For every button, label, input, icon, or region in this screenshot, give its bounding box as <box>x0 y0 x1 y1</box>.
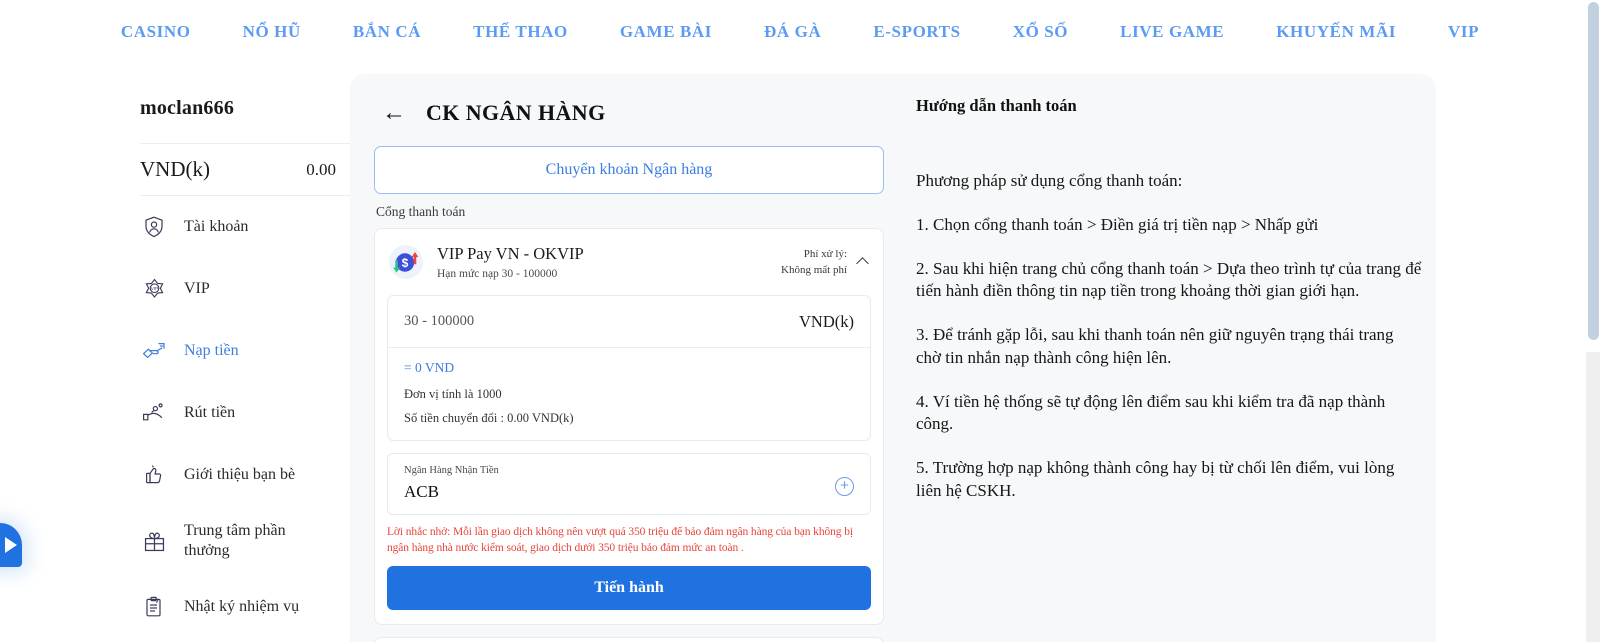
amount-info: = 0 VND Đơn vị tính là 1000 Số tiền chuy… <box>388 348 870 440</box>
amount-box: 30 - 100000 VND(k) = 0 VND Đơn vị tính l… <box>387 295 871 441</box>
sidebar-item-label: Nạp tiền <box>184 342 239 360</box>
nav-da-ga[interactable]: ĐÁ GÀ <box>738 22 847 42</box>
submit-button[interactable]: Tiến hành <box>387 565 871 610</box>
play-triangle-icon <box>5 537 17 553</box>
withdraw-hand-icon <box>140 399 168 427</box>
payment-gateway-label: Cổng thanh toán <box>376 204 466 219</box>
sidebar-item-label: Trung tâm phần thưởng <box>184 522 286 559</box>
payment-gateway-card: $ VIP Pay VN - OKVIP Hạn mức nạp 30 - 10… <box>374 228 884 625</box>
guide-paragraph: Phương pháp sử dụng cổng thanh toán: <box>916 171 1183 190</box>
amount-unit: VND(k) <box>799 311 854 331</box>
deposit-hand-icon <box>140 337 168 365</box>
sidebar-item-nhat-ky-nhiem-vu[interactable]: Nhật ký nhiệm vụ <box>140 576 350 638</box>
guide-title: Hướng dẫn thanh toán <box>916 96 1077 115</box>
money-transfer-icon: $ <box>387 243 425 281</box>
nav-casino[interactable]: CASINO <box>95 22 217 42</box>
tab-bank-transfer[interactable]: Chuyển khoản Ngân hàng <box>374 146 884 194</box>
converted-vnd: = 0 VND <box>404 360 455 375</box>
gift-icon <box>140 527 168 555</box>
payment-gateway-card-secondary[interactable] <box>374 636 884 642</box>
nav-xo-so[interactable]: XỔ SỐ <box>987 22 1094 42</box>
account-sidebar: moclan666 VND(k) 0.00 Tài khoản VIP VIP <box>140 74 350 642</box>
gateway-info: VIP Pay VN - OKVIP Hạn mức nạp 30 - 1000… <box>437 244 584 280</box>
sidebar-expand-toggle[interactable] <box>0 523 22 567</box>
top-navigation: CASINO NỔ HŨ BẮN CÁ THỂ THAO GAME BÀI ĐÁ… <box>0 0 1600 63</box>
sidebar-username: moclan666 <box>140 74 350 144</box>
transaction-warning: Lời nhắc nhở: Mỗi lần giao dịch không nê… <box>387 526 853 555</box>
bank-select-label: Ngân Hàng Nhận Tiền <box>404 465 499 476</box>
deposit-form-column: Chuyển khoản Ngân hàng Cổng thanh toán $… <box>374 146 884 642</box>
guide-paragraph: 2. Sau khi hiện trang chủ cổng thanh toá… <box>916 258 1422 301</box>
nav-e-sports[interactable]: E-SPORTS <box>847 22 986 42</box>
guide-paragraph: 1. Chọn cổng thanh toán > Điền giá trị t… <box>916 214 1319 234</box>
add-bank-icon[interactable]: + <box>835 477 854 496</box>
gateway-header[interactable]: $ VIP Pay VN - OKVIP Hạn mức nạp 30 - 10… <box>375 229 883 295</box>
nav-live-game[interactable]: LIVE GAME <box>1094 22 1250 42</box>
sidebar-item-gioi-thieu-ban-be[interactable]: Giới thiệu bạn bè <box>140 444 350 506</box>
unit-note: Đơn vị tính là 1000 <box>404 387 502 401</box>
nav-no-hu[interactable]: NỔ HŨ <box>217 22 327 42</box>
nav-vip[interactable]: VIP <box>1422 22 1505 42</box>
sidebar-item-nap-tien[interactable]: Nạp tiền <box>140 320 350 382</box>
sidebar-item-label: VIP <box>184 280 210 298</box>
sidebar-item-tai-khoan[interactable]: Tài khoản <box>140 196 350 258</box>
sidebar-item-label: Nhật ký nhiệm vụ <box>184 598 300 616</box>
nav-the-thao[interactable]: THỂ THAO <box>447 22 594 42</box>
gateway-fee: Phí xử lý: Không mất phí <box>781 246 869 279</box>
shield-user-icon <box>140 213 168 241</box>
bank-select[interactable]: Ngân Hàng Nhận Tiền ACB + <box>387 453 871 515</box>
gateway-name: VIP Pay VN - OKVIP <box>437 244 584 263</box>
scrollbar-thumb[interactable] <box>1588 2 1599 340</box>
svg-text:VIP: VIP <box>150 286 157 291</box>
gateway-limit: Hạn mức nạp 30 - 100000 <box>437 268 558 280</box>
payment-guide-column: Hướng dẫn thanh toán Phương pháp sử dụng… <box>916 96 1436 524</box>
amount-input-row[interactable]: 30 - 100000 VND(k) <box>388 296 870 348</box>
deposit-panel: ← CK NGÂN HÀNG Chuyển khoản Ngân hàng Cổ… <box>350 74 1436 642</box>
sidebar-item-rut-tien[interactable]: Rút tiền <box>140 382 350 444</box>
bank-select-value: ACB <box>404 482 439 501</box>
fee-label: Phí xử lý: <box>803 247 847 260</box>
balance-amount: 0.00 <box>306 159 336 179</box>
chevron-up-icon[interactable] <box>856 256 869 270</box>
nav-khuyen-mai[interactable]: KHUYẾN MÃI <box>1250 22 1422 42</box>
guide-paragraph: 5. Trường hợp nạp không thành công hay b… <box>916 458 1395 500</box>
balance-currency: VND(k) <box>140 157 210 181</box>
sidebar-item-vip[interactable]: VIP VIP <box>140 258 350 320</box>
guide-paragraph: 4. Ví tiền hệ thống sẽ tự động lên điểm … <box>916 391 1386 434</box>
sidebar-item-label: Giới thiệu bạn bè <box>184 466 296 484</box>
sidebar-item-label: Tài khoản <box>184 218 249 236</box>
page-title: CK NGÂN HÀNG <box>426 100 606 125</box>
vip-badge-icon: VIP <box>140 275 168 303</box>
sidebar-balance-row: VND(k) 0.00 <box>140 144 350 196</box>
converted-note: Số tiền chuyển đổi : 0.00 VND(k) <box>404 411 574 425</box>
sidebar-item-trung-tam-phan-thuong[interactable]: Trung tâm phần thưởng <box>140 506 350 576</box>
scrollbar-track[interactable] <box>1586 352 1600 642</box>
back-arrow-icon[interactable]: ← <box>382 101 406 125</box>
amount-input[interactable]: 30 - 100000 <box>404 313 474 330</box>
fee-value: Không mất phí <box>781 264 847 276</box>
nav-ban-ca[interactable]: BẮN CÁ <box>327 22 447 42</box>
guide-paragraph: 3. Để tránh gặp lỗi, sau khi thanh toán … <box>916 325 1394 367</box>
page-scrollbar[interactable] <box>1586 0 1600 642</box>
nav-game-bai[interactable]: GAME BÀI <box>594 22 738 42</box>
svg-text:$: $ <box>402 256 409 270</box>
clipboard-icon <box>140 593 168 621</box>
sidebar-item-label: Rút tiền <box>184 404 236 422</box>
thumbs-up-icon <box>140 461 168 489</box>
